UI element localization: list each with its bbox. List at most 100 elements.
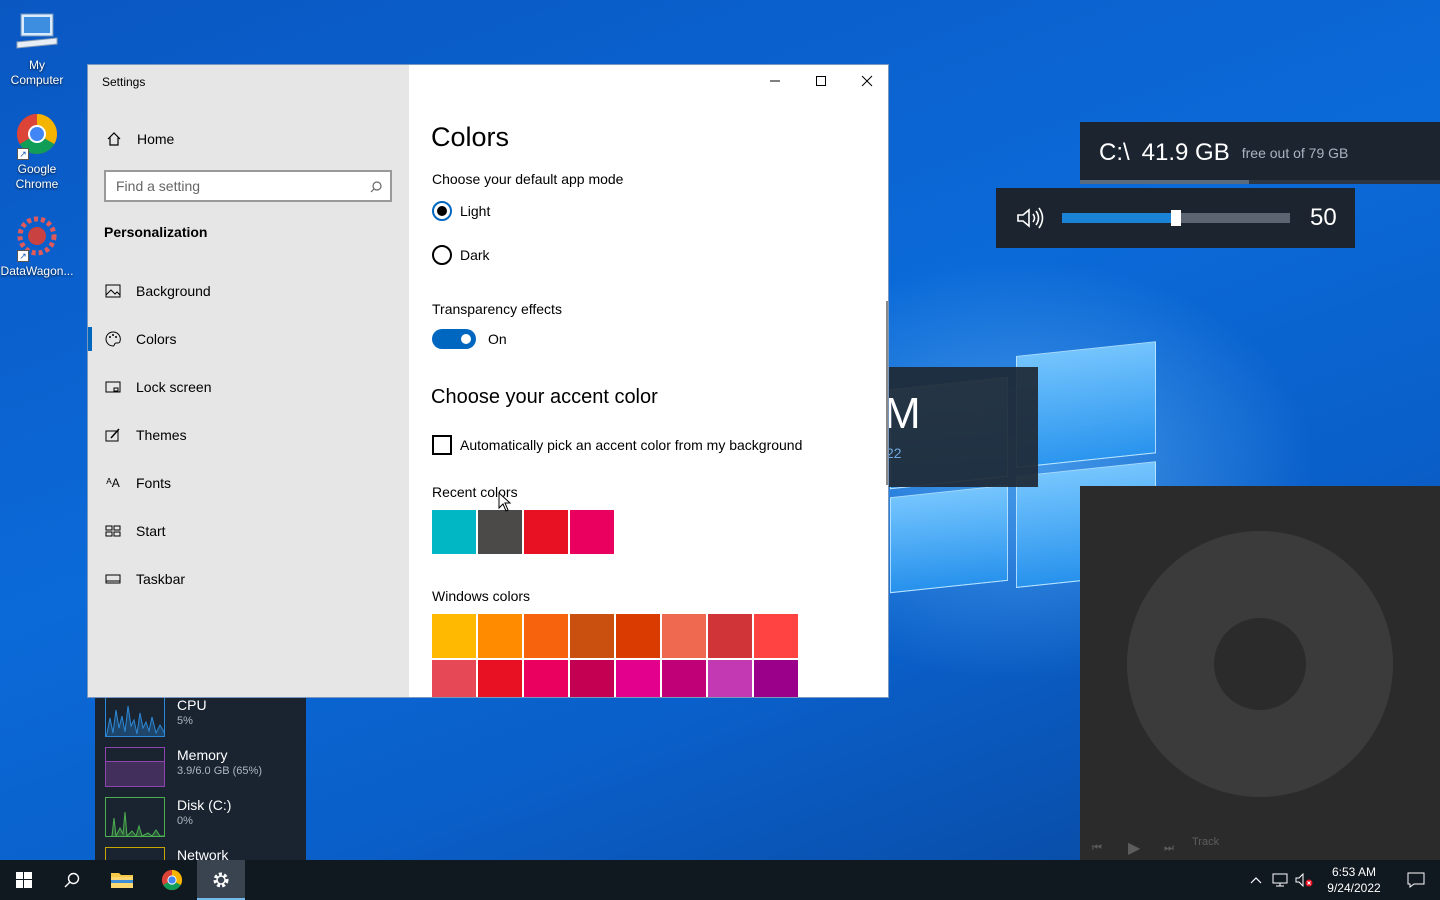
radio-light[interactable]: Light [432,201,490,221]
shortcut-arrow-icon: ↗ [17,250,29,262]
windows-color-swatch[interactable] [662,660,706,697]
windows-color-swatch[interactable] [478,660,522,697]
clock-widget-time: M [884,389,921,438]
drive-free-size: 41.9 GB [1141,139,1230,166]
taskbar-clock[interactable]: 6:53 AM 9/24/2022 [1316,864,1392,896]
toggle-state: On [488,331,507,347]
network-icon[interactable] [1268,860,1292,900]
play-icon[interactable]: ▶ [1128,838,1140,858]
checkbox-label: Automatically pick an accent color from … [460,437,803,453]
memory-graph [105,747,165,787]
transparency-label: Transparency effects [432,301,562,317]
nav-item-start[interactable]: Start [88,511,409,551]
windows-color-swatch[interactable] [616,660,660,697]
nav-item-label: Themes [136,427,187,443]
next-icon[interactable]: ⏭ [1164,842,1174,855]
perf-value: 0% [177,815,193,827]
settings-gear-icon [213,872,229,888]
datawagon-icon: ↗ [13,214,61,262]
picture-icon [105,283,121,299]
cpu-graph [105,697,165,737]
search-icon[interactable] [370,180,382,193]
windows-color-swatch[interactable] [708,660,752,697]
nav-section-heading: Personalization [104,224,208,240]
windows-color-swatch[interactable] [524,660,568,697]
windows-color-swatch[interactable] [754,614,798,658]
perf-title: CPU [177,697,207,713]
nav-item-label: Colors [136,331,177,347]
speaker-icon[interactable] [1016,207,1046,229]
notification-icon [1407,872,1425,888]
nav-item-fonts[interactable]: ᴬA Fonts [88,463,409,503]
nav-item-lock-screen[interactable]: Lock screen [88,367,409,407]
recent-color-swatch[interactable] [524,510,568,554]
nav-item-themes[interactable]: Themes [88,415,409,455]
nav-item-colors[interactable]: Colors [88,319,409,359]
network-graph [105,847,165,860]
action-center-button[interactable] [1392,860,1440,900]
drive-usage-bar [1080,180,1440,184]
radio-button[interactable] [432,245,452,265]
recent-color-swatch[interactable] [432,510,476,554]
nav-item-label: Lock screen [136,379,212,395]
nav-item-label: Background [136,283,211,299]
desktop-icon-chrome[interactable]: ↗ Google Chrome [0,112,74,192]
search-button[interactable] [48,860,96,900]
minimize-button[interactable] [752,65,798,97]
start-button[interactable] [0,860,48,900]
home-icon [106,131,122,147]
clock-date: 9/24/2022 [1327,881,1381,895]
perf-value: 5% [177,715,193,727]
chrome-icon: ↗ [13,112,61,160]
search-box[interactable] [104,170,392,202]
file-explorer-button[interactable] [98,860,146,900]
auto-accent-checkbox[interactable] [432,435,452,455]
transparency-toggle-row: On [432,329,507,349]
drive-free-caption: free out of 79 GB [1241,145,1349,161]
search-input[interactable] [116,178,356,194]
perf-row-disk: Disk (C:) 0% [105,797,231,841]
windows-color-swatch[interactable] [570,660,614,697]
windows-color-swatch[interactable] [478,614,522,658]
desktop-icon-my-computer[interactable]: My Computer [0,8,74,88]
scrollbar[interactable] [886,301,888,485]
windows-color-swatch[interactable] [432,614,476,658]
volume-slider[interactable] [1062,210,1290,226]
recent-color-swatch[interactable] [478,510,522,554]
windows-color-swatch[interactable] [754,660,798,697]
windows-color-swatch[interactable] [708,614,752,658]
windows-color-swatch[interactable] [662,614,706,658]
windows-color-swatch[interactable] [524,614,568,658]
windows-color-swatch[interactable] [616,614,660,658]
recent-color-swatch[interactable] [570,510,614,554]
previous-icon[interactable]: ⏮ [1092,842,1102,855]
close-icon [861,75,873,87]
themes-icon [105,427,121,443]
volume-slider-thumb[interactable] [1171,210,1181,226]
nav-item-taskbar[interactable]: Taskbar [88,559,409,599]
windows-color-swatch[interactable] [570,614,614,658]
nav-item-background[interactable]: Background [88,271,409,311]
mouse-cursor-icon [498,492,512,512]
maximize-button[interactable] [798,65,844,97]
perf-row-cpu: CPU 5% [105,697,207,741]
app-mode-label: Choose your default app mode [432,171,624,187]
media-controls: ⏮ ▶ ⏭ Track [1080,836,1440,860]
windows-color-swatch[interactable] [432,660,476,697]
album-disc [1127,531,1393,797]
radio-dark[interactable]: Dark [432,245,490,265]
volume-muted-icon[interactable] [1292,860,1316,900]
radio-label: Light [460,203,491,219]
perf-title: Network [177,847,229,860]
radio-button-selected[interactable] [432,201,452,221]
chrome-taskbar-button[interactable] [148,860,196,900]
chevron-up-icon[interactable] [1244,860,1268,900]
transparency-toggle[interactable] [432,329,476,349]
nav-item-label: Taskbar [136,571,186,587]
settings-taskbar-button[interactable] [197,860,245,900]
desktop-icon-datawagon[interactable]: ↗ DataWagon... [0,214,74,279]
close-button[interactable] [844,65,888,97]
clock-time: 6:53 AM [1331,865,1377,879]
nav-home[interactable]: Home [88,123,409,155]
auto-accent-checkbox-row[interactable]: Automatically pick an accent color from … [432,435,802,455]
